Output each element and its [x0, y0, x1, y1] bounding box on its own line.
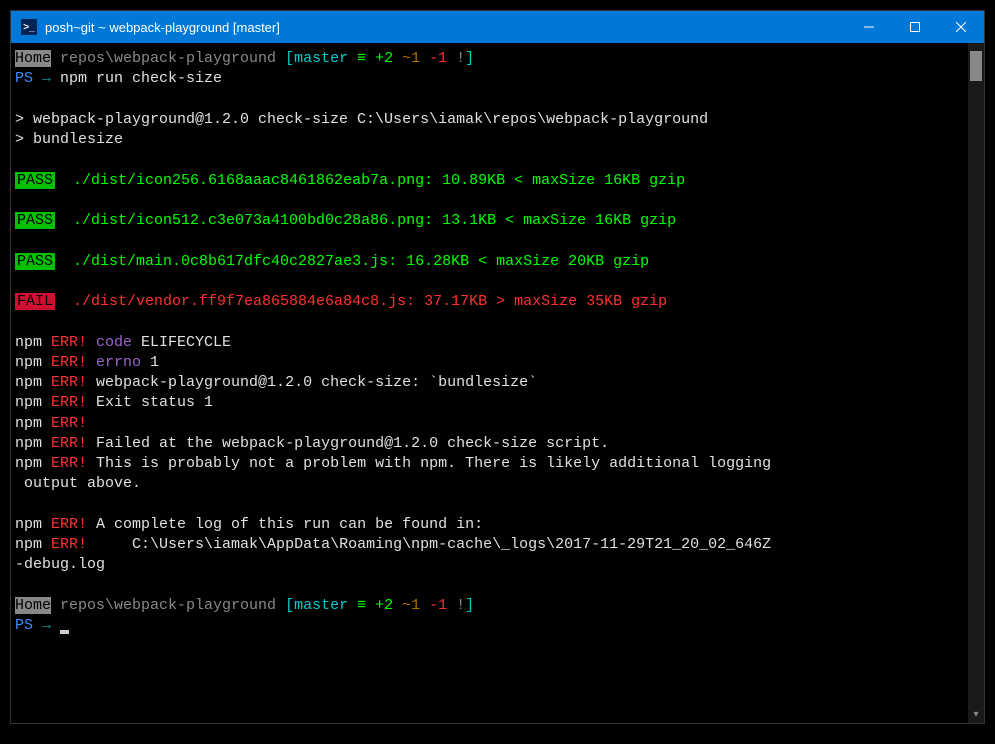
close-button[interactable] — [938, 11, 984, 43]
home-badge: Home — [15, 597, 51, 614]
scrollbar-down-arrow[interactable]: ▾ — [968, 707, 984, 723]
home-badge: Home — [15, 50, 51, 67]
titlebar[interactable]: >_ posh~git ~ webpack-playground [master… — [11, 11, 984, 43]
pass-badge: PASS — [15, 212, 55, 229]
minimize-button[interactable] — [846, 11, 892, 43]
window-title: posh~git ~ webpack-playground [master] — [45, 20, 846, 35]
terminal-window: >_ posh~git ~ webpack-playground [master… — [10, 10, 985, 724]
terminal-output[interactable]: Home repos\webpack-playground [master ≡ … — [11, 43, 968, 723]
terminal-container: Home repos\webpack-playground [master ≡ … — [11, 43, 984, 723]
cursor — [60, 630, 69, 634]
powershell-icon: >_ — [21, 19, 37, 35]
window-controls — [846, 11, 984, 43]
fail-badge: FAIL — [15, 293, 55, 310]
pass-badge: PASS — [15, 253, 55, 270]
scrollbar-thumb[interactable] — [970, 51, 982, 81]
pass-badge: PASS — [15, 172, 55, 189]
scrollbar[interactable]: ▾ — [968, 43, 984, 723]
maximize-button[interactable] — [892, 11, 938, 43]
